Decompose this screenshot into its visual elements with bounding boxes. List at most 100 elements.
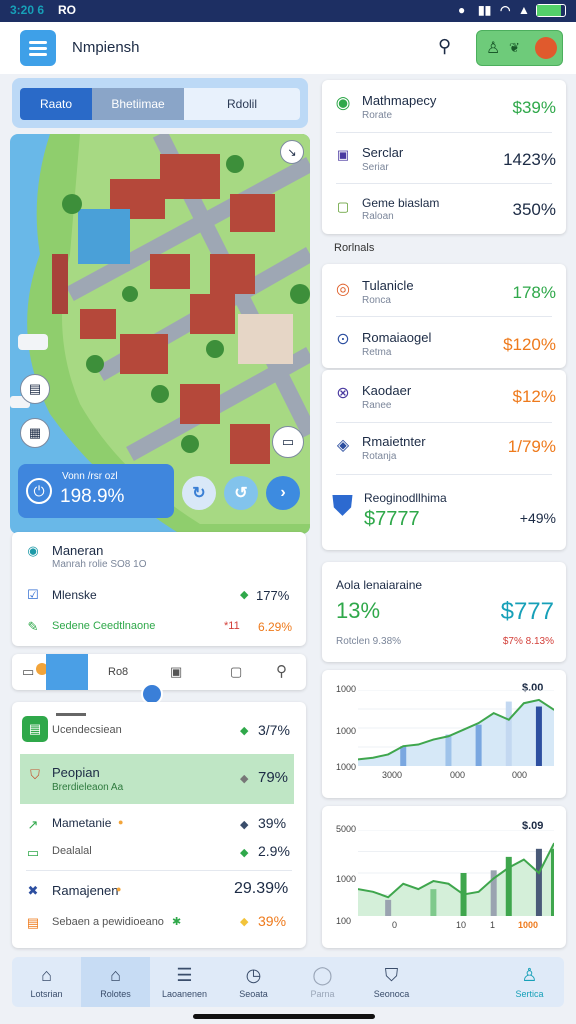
data-point xyxy=(492,712,495,714)
bar-mark xyxy=(505,701,512,766)
layers-icon[interactable]: ▤ xyxy=(20,374,50,404)
lower-value-1: 3/7% xyxy=(258,722,290,738)
line-chart-top xyxy=(358,690,554,766)
rt-sub-3: Raloan xyxy=(362,211,394,222)
square-icon: ▭ xyxy=(26,845,40,860)
bar-mark xyxy=(385,899,392,916)
line-chart-bottom xyxy=(358,830,554,916)
x-tick-last: 1000 xyxy=(518,920,539,930)
data-point xyxy=(402,882,405,885)
nav-item-rolotes[interactable]: ⌂ Rolotes xyxy=(81,957,150,1007)
rotate-button[interactable]: ↺ xyxy=(224,476,258,510)
right-top-card: ◉ Mathmapecy Rorate $39% ▣ Serclar Seria… xyxy=(322,80,566,234)
leaf-icon[interactable]: ❦ xyxy=(509,40,520,56)
battery-icon xyxy=(536,4,566,17)
nav-label: Sertica xyxy=(515,989,544,999)
row-label-2: Sedene Ceedtlnaone xyxy=(52,620,156,632)
trend-icon: ↗ xyxy=(27,817,39,832)
nav-label: Lotsrian xyxy=(30,989,63,999)
summary-card: Aola lenaiaraine 13% $777 Rotclen 9.38% … xyxy=(322,562,566,662)
feature-value: $7777 xyxy=(364,508,420,530)
x-tick: 000 xyxy=(512,770,528,780)
pin-icon: ◈ xyxy=(336,437,350,454)
green-diamond-icon: ◆ xyxy=(240,589,249,601)
folder-icon[interactable]: ▢ xyxy=(230,664,242,680)
x-tick: 10 xyxy=(456,920,467,930)
status-time: 3:20 6 xyxy=(10,3,45,17)
rm-value-2: $120% xyxy=(503,335,556,354)
nav-item-profile[interactable]: ♙ Sertica xyxy=(495,957,564,1007)
y-tick: 1000 xyxy=(336,874,357,884)
map-stat-pill[interactable]: ⏻ Vonn /rsr ozl 198.9% xyxy=(18,464,174,518)
feature-label: Reoginodllhima xyxy=(364,491,447,505)
tab-rdolil[interactable]: Rdolil xyxy=(184,88,300,120)
data-point xyxy=(492,877,495,880)
feature-delta: +49% xyxy=(519,510,556,526)
tab-active[interactable] xyxy=(46,654,88,690)
rm-sub-3: Ranee xyxy=(362,400,392,411)
divider xyxy=(336,132,552,133)
data-point xyxy=(417,743,420,746)
row-value-1: 177% xyxy=(256,588,290,603)
list-title: Maneran xyxy=(52,543,104,558)
screen-icon[interactable]: ▭ xyxy=(272,426,304,458)
bar-mark xyxy=(430,889,437,916)
lower-value-2: 79% xyxy=(258,769,289,786)
divider xyxy=(336,316,552,317)
nav-item-shield[interactable]: ⛉ Seonoca xyxy=(357,957,426,1007)
lower-label-1: Ucendecsiean xyxy=(52,724,122,736)
wifi-icon: ◠ xyxy=(500,3,511,17)
y-tick: 100 xyxy=(336,916,352,926)
map-stat-value: 198.9% xyxy=(60,486,125,507)
clock-icon: ◷ xyxy=(245,965,262,985)
x-tick: 0 xyxy=(392,920,398,930)
user-icon[interactable]: ♙ xyxy=(486,38,500,58)
notification-icon[interactable] xyxy=(535,37,557,59)
nav-item-chat[interactable]: ◯ Parna xyxy=(288,957,357,1007)
list-icon: ▤ xyxy=(26,915,40,930)
tab-bhetiimae[interactable]: Bhetiimae xyxy=(92,88,184,120)
header-action-group[interactable]: ♙ ❦ xyxy=(476,30,563,66)
rt-value-3: 350% xyxy=(512,200,556,219)
rt-value-2: 1423% xyxy=(503,150,556,169)
data-point xyxy=(477,722,480,724)
rt-label-3: Geme biaslam xyxy=(362,196,440,210)
rm-value-3: $12% xyxy=(512,387,556,406)
expand-map-icon[interactable]: ↘ xyxy=(280,140,304,164)
status-carrier: RO xyxy=(58,3,76,17)
tab-raato[interactable]: Raato xyxy=(20,88,92,120)
menu-button[interactable] xyxy=(20,30,56,66)
shield-icon: ⛉ xyxy=(384,965,399,985)
refresh-button[interactable]: ↻ xyxy=(182,476,216,510)
grey-diamond-icon: ◆ xyxy=(240,773,249,785)
rm-sub-4: Rotanja xyxy=(362,451,397,462)
nav-item-list[interactable]: ☰ Laoanenen xyxy=(150,957,219,1007)
row-label-1: Mlenske xyxy=(52,588,97,602)
rt-label-1: Mathmapecy xyxy=(362,93,437,108)
status-bar: 3:20 6 RO ● ▮▮ ◠ ▲ xyxy=(0,0,576,22)
data-point xyxy=(523,858,525,861)
right-mid-card-2: ⊗ Kaodaer Ranee $12% ◈ Rmaietnter Rotanj… xyxy=(322,370,566,550)
user-icon: ♙ xyxy=(521,965,538,985)
data-point xyxy=(507,866,510,869)
chart-card-bottom: 5000 1000 100 0 10 1 1000 $.09 xyxy=(322,806,566,948)
nav-label: Rolotes xyxy=(100,989,131,999)
chart-icon[interactable]: ▣ xyxy=(170,664,182,680)
nav-item-home[interactable]: ⌂ Lotsrian xyxy=(12,957,81,1007)
nav-label: Seonoca xyxy=(373,989,410,999)
forward-button[interactable]: › xyxy=(266,476,300,510)
tab-ro8[interactable]: Ro8 xyxy=(108,666,128,678)
document-icon[interactable]: ▦ xyxy=(20,418,50,448)
bar-mark xyxy=(445,734,452,766)
search-tab-icon[interactable]: ⚲ xyxy=(276,662,287,680)
lower-value-3: 39% xyxy=(258,815,287,831)
x-tick: 1 xyxy=(490,920,496,930)
search-icon[interactable]: ⚲ xyxy=(438,36,451,57)
grid-icon: ▤ xyxy=(22,716,48,742)
card-icon[interactable]: ▭ xyxy=(22,664,34,680)
data-point xyxy=(432,880,435,882)
yellow-diamond-icon: ◆ xyxy=(240,916,249,928)
list-subtitle: Manrah rolie SO8 1O xyxy=(52,559,147,570)
nav-item-clock[interactable]: ◷ Seoata xyxy=(219,957,288,1007)
rm-sub-2: Retma xyxy=(362,347,392,358)
